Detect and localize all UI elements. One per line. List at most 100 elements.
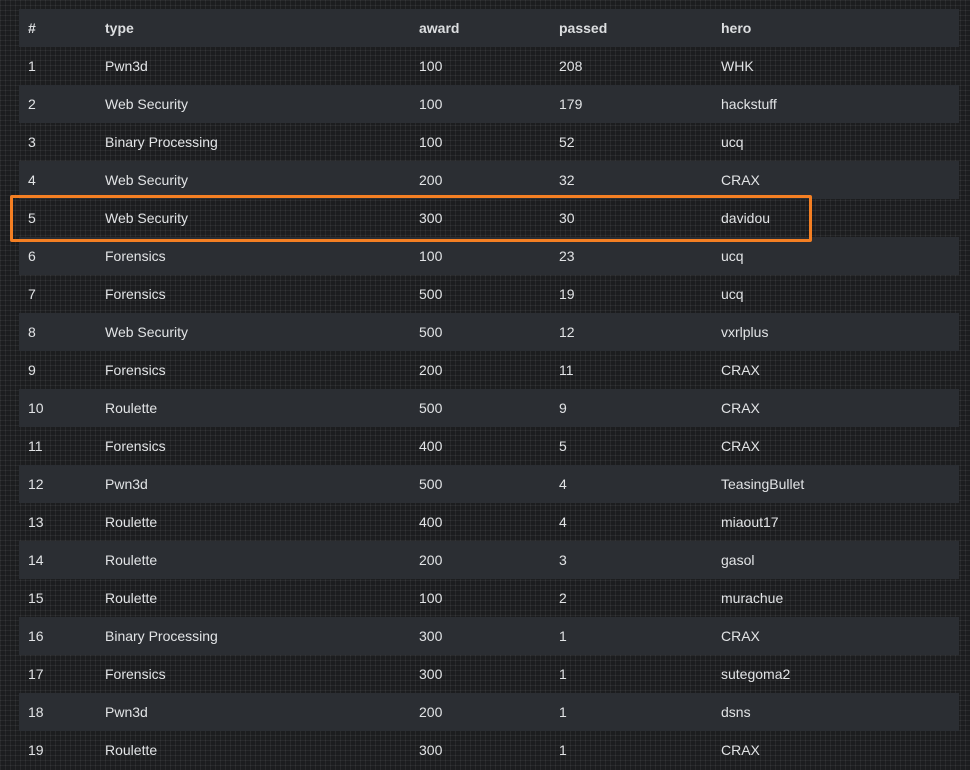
cell-award: 400 bbox=[419, 514, 443, 530]
cell-hero: miaout17 bbox=[721, 514, 779, 530]
cell-award: 200 bbox=[419, 552, 443, 568]
cell-hero: WHK bbox=[721, 58, 754, 74]
cell-award: 300 bbox=[419, 666, 443, 682]
table-row[interactable]: 15 Roulette 100 2 murachue bbox=[19, 579, 959, 617]
table-row[interactable]: 14 Roulette 200 3 gasol bbox=[19, 541, 959, 579]
cell-type: Roulette bbox=[105, 514, 158, 530]
cell-type: Binary Processing bbox=[105, 134, 218, 150]
cell-type: Roulette bbox=[105, 400, 158, 416]
table-row[interactable]: 1 Pwn3d 100 208 WHK bbox=[19, 47, 959, 85]
cell-type: Web Security bbox=[105, 96, 188, 112]
cell-passed: 5 bbox=[559, 438, 567, 454]
cell-award: 300 bbox=[419, 742, 443, 758]
cell-number: 12 bbox=[28, 476, 44, 492]
cell-award: 500 bbox=[419, 400, 443, 416]
cell-hero: ucq bbox=[721, 248, 744, 264]
cell-passed: 3 bbox=[559, 552, 567, 568]
cell-number: 7 bbox=[28, 286, 36, 302]
column-header-type[interactable]: type bbox=[96, 9, 410, 47]
cell-hero: sutegoma2 bbox=[721, 666, 791, 682]
cell-award: 500 bbox=[419, 476, 443, 492]
cell-award: 400 bbox=[419, 438, 443, 454]
table-row[interactable]: 16 Binary Processing 300 1 CRAX bbox=[19, 617, 959, 655]
cell-award: 100 bbox=[419, 58, 443, 74]
cell-number: 3 bbox=[28, 134, 36, 150]
table-row[interactable]: 9 Forensics 200 11 CRAX bbox=[19, 351, 959, 389]
cell-number: 13 bbox=[28, 514, 44, 530]
cell-type: Forensics bbox=[105, 438, 166, 454]
table-row[interactable]: 7 Forensics 500 19 ucq bbox=[19, 275, 959, 313]
cell-type: Web Security bbox=[105, 324, 188, 340]
table-row[interactable]: 3 Binary Processing 100 52 ucq bbox=[19, 123, 959, 161]
cell-award: 300 bbox=[419, 628, 443, 644]
cell-hero: CRAX bbox=[721, 742, 760, 758]
cell-passed: 1 bbox=[559, 742, 567, 758]
cell-number: 16 bbox=[28, 628, 44, 644]
cell-award: 100 bbox=[419, 590, 443, 606]
table-row[interactable]: 10 Roulette 500 9 CRAX bbox=[19, 389, 959, 427]
cell-passed: 23 bbox=[559, 248, 575, 264]
table-row[interactable]: 6 Forensics 100 23 ucq bbox=[19, 237, 959, 275]
challenge-table-container: # type award passed hero 1 Pwn3d 100 208 WHK… bbox=[19, 9, 959, 769]
cell-type: Roulette bbox=[105, 742, 158, 758]
cell-type: Pwn3d bbox=[105, 704, 148, 720]
table-row[interactable]: 4 Web Security 200 32 CRAX bbox=[19, 161, 959, 199]
cell-number: 5 bbox=[28, 210, 36, 226]
column-header-number[interactable]: # bbox=[19, 9, 96, 47]
cell-award: 500 bbox=[419, 324, 443, 340]
cell-award: 100 bbox=[419, 96, 443, 112]
column-header-passed[interactable]: passed bbox=[550, 9, 712, 47]
cell-number: 1 bbox=[28, 58, 36, 74]
cell-passed: 9 bbox=[559, 400, 567, 416]
table-row[interactable]: 8 Web Security 500 12 vxrlplus bbox=[19, 313, 959, 351]
cell-hero: ucq bbox=[721, 286, 744, 302]
cell-type: Forensics bbox=[105, 248, 166, 264]
table-row[interactable]: 13 Roulette 400 4 miaout17 bbox=[19, 503, 959, 541]
cell-type: Pwn3d bbox=[105, 476, 148, 492]
cell-passed: 208 bbox=[559, 58, 583, 74]
table-body: 1 Pwn3d 100 208 WHK 2 Web Security 100 179 hackst… bbox=[19, 47, 959, 769]
cell-passed: 30 bbox=[559, 210, 575, 226]
cell-passed: 12 bbox=[559, 324, 575, 340]
table-row[interactable]: 19 Roulette 300 1 CRAX bbox=[19, 731, 959, 769]
cell-passed: 4 bbox=[559, 514, 567, 530]
cell-passed: 11 bbox=[559, 362, 574, 378]
cell-number: 6 bbox=[28, 248, 36, 264]
table-row[interactable]: 17 Forensics 300 1 sutegoma2 bbox=[19, 655, 959, 693]
table-row[interactable]: 5 Web Security 300 30 davidou bbox=[19, 199, 959, 237]
column-header-award[interactable]: award bbox=[410, 9, 550, 47]
table-row[interactable]: 18 Pwn3d 200 1 dsns bbox=[19, 693, 959, 731]
cell-passed: 179 bbox=[559, 96, 583, 112]
cell-hero: dsns bbox=[721, 704, 751, 720]
cell-type: Forensics bbox=[105, 286, 166, 302]
cell-hero: davidou bbox=[721, 210, 771, 226]
cell-hero: CRAX bbox=[721, 628, 760, 644]
cell-hero: CRAX bbox=[721, 362, 760, 378]
cell-type: Roulette bbox=[105, 552, 158, 568]
cell-number: 15 bbox=[28, 590, 44, 606]
cell-type: Roulette bbox=[105, 590, 158, 606]
cell-award: 200 bbox=[419, 362, 443, 378]
cell-hero: CRAX bbox=[721, 438, 760, 454]
cell-hero: murachue bbox=[721, 590, 784, 606]
challenge-table: # type award passed hero 1 Pwn3d 100 208 WHK… bbox=[19, 9, 959, 769]
table-row[interactable]: 11 Forensics 400 5 CRAX bbox=[19, 427, 959, 465]
cell-award: 100 bbox=[419, 248, 443, 264]
cell-number: 4 bbox=[28, 172, 36, 188]
cell-hero: gasol bbox=[721, 552, 755, 568]
cell-type: Web Security bbox=[105, 210, 188, 226]
cell-number: 2 bbox=[28, 96, 36, 112]
cell-number: 10 bbox=[28, 400, 44, 416]
cell-number: 9 bbox=[28, 362, 36, 378]
column-header-hero[interactable]: hero bbox=[712, 9, 959, 47]
table-row[interactable]: 2 Web Security 100 179 hackstuff bbox=[19, 85, 959, 123]
cell-number: 14 bbox=[28, 552, 44, 568]
cell-passed: 2 bbox=[559, 590, 567, 606]
table-row[interactable]: 12 Pwn3d 500 4 TeasingBullet bbox=[19, 465, 959, 503]
cell-hero: CRAX bbox=[721, 400, 760, 416]
cell-type: Pwn3d bbox=[105, 58, 148, 74]
header-row: # type award passed hero bbox=[19, 9, 959, 47]
cell-passed: 4 bbox=[559, 476, 567, 492]
cell-award: 200 bbox=[419, 704, 443, 720]
cell-number: 17 bbox=[28, 666, 44, 682]
